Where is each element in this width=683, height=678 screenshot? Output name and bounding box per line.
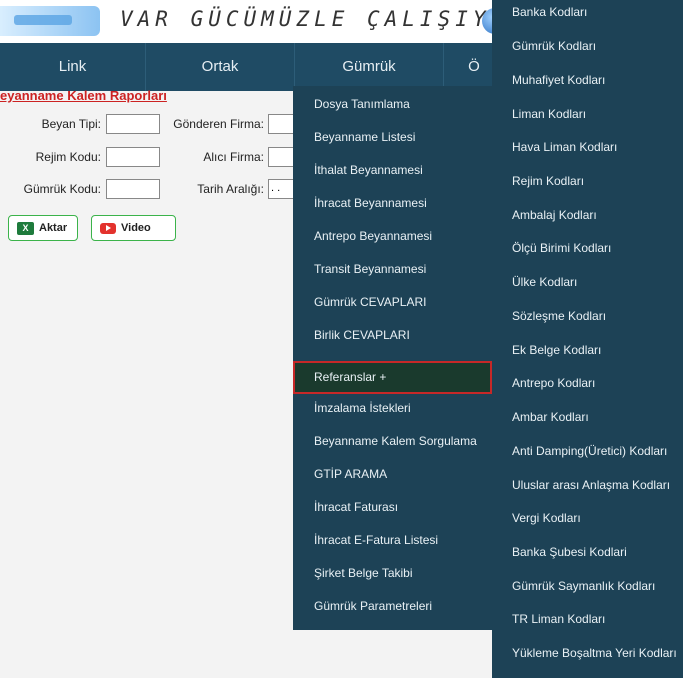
nav-gumruk[interactable]: Gümrük <box>295 43 443 91</box>
menu-item-transit-beyannamesi[interactable]: Transit Beyannamesi <box>293 253 492 286</box>
menu-item-imzalama-istekleri[interactable]: İmzalama İstekleri <box>293 392 492 425</box>
submenu-item-anti-damping-kodlari[interactable]: Anti Damping(Üretici) Kodları <box>492 435 683 468</box>
menu-item-gumruk-cevaplari[interactable]: Gümrük CEVAPLARI <box>293 286 492 319</box>
submenu-item-uluslar-arasi-anlasma-kodlari[interactable]: Uluslar arası Anlaşma Kodları <box>492 469 683 502</box>
submenu-item-vergi-kodlari[interactable]: Vergi Kodları <box>492 502 683 535</box>
submenu-item-sozlesme-kodlari[interactable]: Sözleşme Kodları <box>492 300 683 333</box>
menu-item-gumruk-parametreleri[interactable]: Gümrük Parametreleri <box>293 590 492 623</box>
menu-item-beyanname-kalem-sorgulama[interactable]: Beyanname Kalem Sorgulama <box>293 425 492 458</box>
gonderen-firma-label: Gönderen Firma: <box>173 117 264 131</box>
tarih-araligi-label: Tarih Aralığı: <box>197 182 264 196</box>
submenu-item-olcu-birimi-kodlari[interactable]: Ölçü Birimi Kodları <box>492 232 683 265</box>
alici-firma-label: Alıcı Firma: <box>203 150 264 164</box>
video-button[interactable]: Video <box>91 215 176 241</box>
aktar-label: Aktar <box>39 222 68 234</box>
submenu-item-gumruk-kodlari[interactable]: Gümrük Kodları <box>492 30 683 63</box>
video-label: Video <box>121 222 151 234</box>
menu-item-ihracat-beyannamesi[interactable]: İhracat Beyannamesi <box>293 187 492 220</box>
menu-item-birlik-cevaplari[interactable]: Birlik CEVAPLARI <box>293 319 492 352</box>
gumruk-kodu-input[interactable] <box>106 179 160 199</box>
aktar-button[interactable]: X Aktar <box>8 215 78 241</box>
referanslar-submenu: Banka Kodları Gümrük Kodları Muhafiyet K… <box>492 0 683 678</box>
nav-link[interactable]: Link <box>0 43 145 91</box>
menu-item-dosya-tanimlama[interactable]: Dosya Tanımlama <box>293 88 492 121</box>
menu-item-antrepo-beyannamesi[interactable]: Antrepo Beyannamesi <box>293 220 492 253</box>
submenu-item-banka-kodlari[interactable]: Banka Kodları <box>492 0 683 29</box>
submenu-item-antrepo-kodlari[interactable]: Antrepo Kodları <box>492 367 683 400</box>
menu-item-ihracat-e-fatura-listesi[interactable]: İhracat E-Fatura Listesi <box>293 524 492 557</box>
submenu-item-ulke-kodlari[interactable]: Ülke Kodları <box>492 266 683 299</box>
video-icon <box>100 222 116 234</box>
submenu-item-rejim-kodlari[interactable]: Rejim Kodları <box>492 165 683 198</box>
alici-firma-input[interactable] <box>268 147 295 167</box>
submenu-item-liman-kodlari[interactable]: Liman Kodları <box>492 98 683 131</box>
submenu-item-tr-liman-kodlari[interactable]: TR Liman Kodları <box>492 603 683 636</box>
rejim-kodu-label: Rejim Kodu: <box>35 150 101 164</box>
submenu-item-banka-subesi-kodlari[interactable]: Banka Şubesi Kodlari <box>492 536 683 569</box>
submenu-item-ambar-kodlari[interactable]: Ambar Kodları <box>492 401 683 434</box>
report-title[interactable]: eyanname Kalem Raporları <box>0 88 167 103</box>
gonderen-firma-input[interactable] <box>268 114 295 134</box>
beyan-tipi-input[interactable] <box>106 114 160 134</box>
menu-item-gtip-arama[interactable]: GTİP ARAMA <box>293 458 492 491</box>
menu-item-ihracat-faturasi[interactable]: İhracat Faturası <box>293 491 492 524</box>
report-panel: eyanname Kalem Raporları Beyan Tipi: Gön… <box>0 88 295 251</box>
excel-icon: X <box>17 221 34 235</box>
tarih-araligi-input[interactable]: . . <box>268 179 295 199</box>
submenu-item-hava-liman-kodlari[interactable]: Hava Liman Kodları <box>492 131 683 164</box>
nav-ortak[interactable]: Ortak <box>146 43 294 91</box>
gumruk-dropdown-menu: Dosya Tanımlama Beyanname Listesi İthala… <box>293 86 492 630</box>
submenu-item-muhafiyet-kodlari[interactable]: Muhafiyet Kodları <box>492 64 683 97</box>
rejim-kodu-input[interactable] <box>106 147 160 167</box>
beyan-tipi-label: Beyan Tipi: <box>41 117 101 131</box>
submenu-item-gumruk-saymanlik-kodlari[interactable]: Gümrük Saymanlık Kodları <box>492 570 683 603</box>
menu-item-referanslar[interactable]: Referanslar + <box>293 361 492 394</box>
submenu-item-yukleme-bosaltma-yeri-kodlari[interactable]: Yükleme Boşaltma Yeri Kodları <box>492 637 683 670</box>
submenu-item-ambalaj-kodlari[interactable]: Ambalaj Kodları <box>492 199 683 232</box>
menu-item-beyanname-listesi[interactable]: Beyanname Listesi <box>293 121 492 154</box>
menu-item-ithalat-beyannamesi[interactable]: İthalat Beyannamesi <box>293 154 492 187</box>
company-logo[interactable] <box>0 6 100 36</box>
menu-item-sirket-belge-takibi[interactable]: Şirket Belge Takibi <box>293 557 492 590</box>
gumruk-kodu-label: Gümrük Kodu: <box>23 182 101 196</box>
submenu-item-ek-belge-kodlari[interactable]: Ek Belge Kodları <box>492 334 683 367</box>
